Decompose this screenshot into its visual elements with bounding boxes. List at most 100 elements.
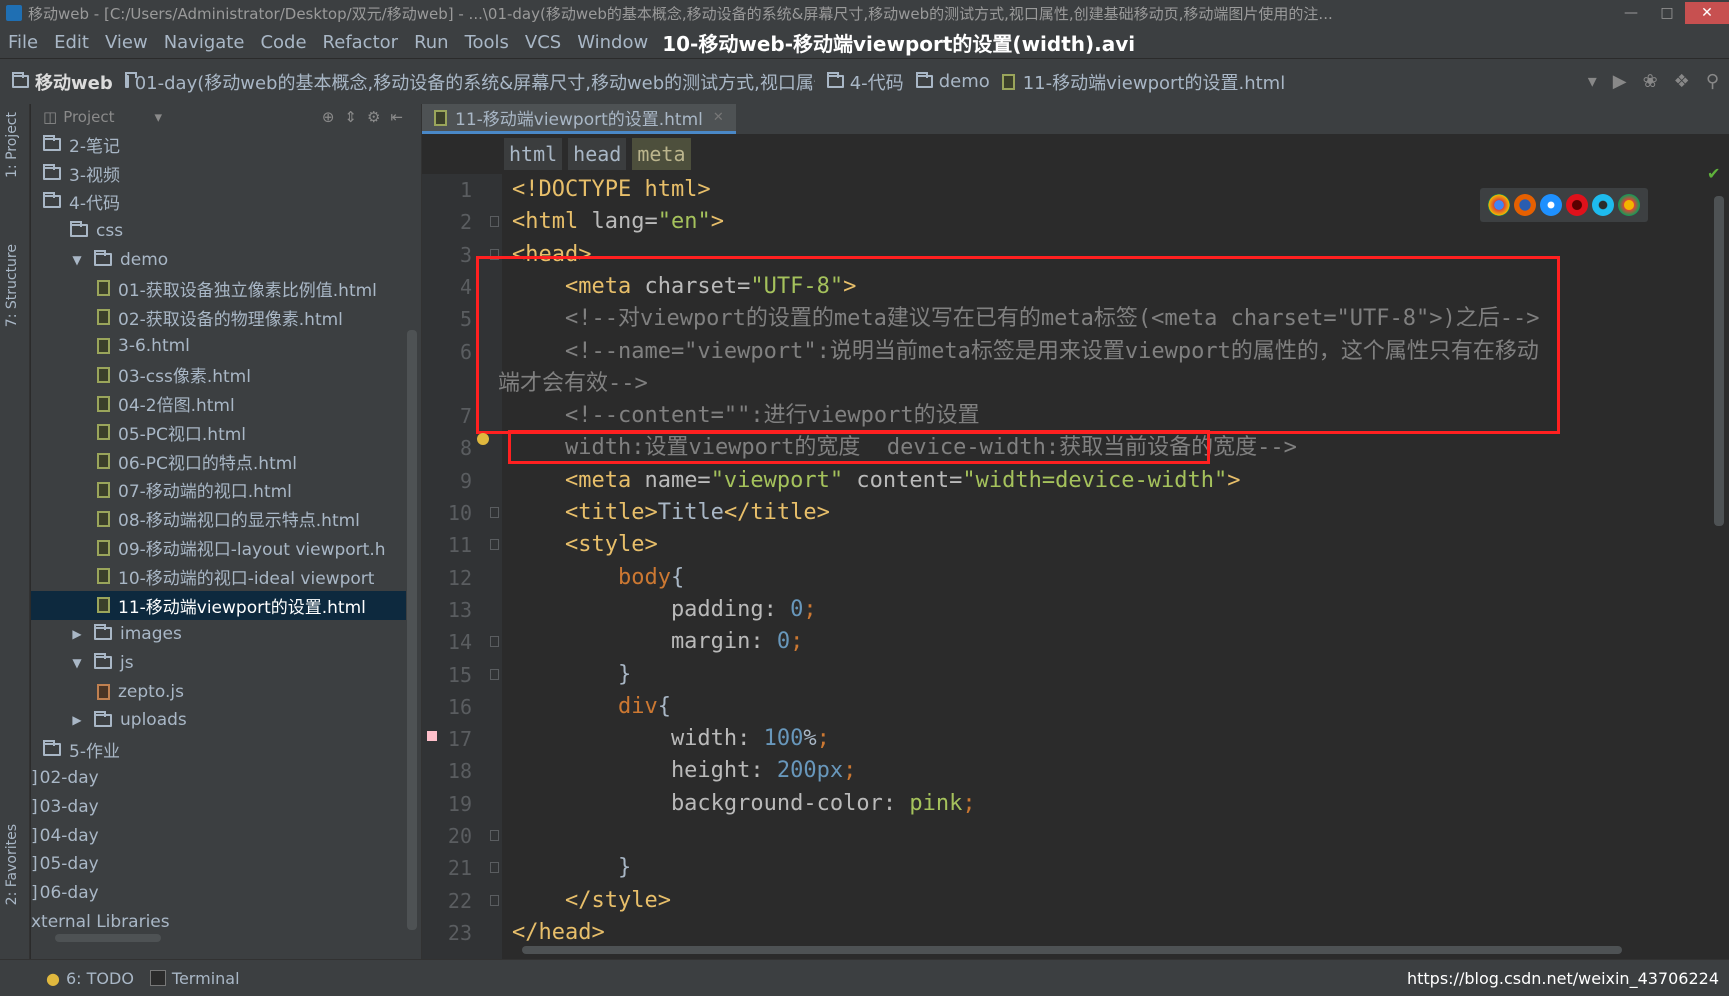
chevron-down-icon[interactable]: ▼	[70, 656, 84, 670]
line-number: 7	[459, 404, 472, 429]
safari-icon[interactable]	[1540, 194, 1562, 216]
opera-icon[interactable]	[1566, 194, 1588, 216]
favorites-tool-tab[interactable]: 2: Favorites	[4, 824, 20, 905]
tree-item[interactable]: 10-移动端的视口-ideal viewport	[31, 562, 406, 591]
fold-marker-icon[interactable]	[490, 507, 499, 518]
code-token: <!DOCTYPE html>	[512, 177, 711, 202]
code-token: "viewport"	[710, 467, 857, 493]
editor-tab[interactable]: 11-移动端viewport的设置.html ✕	[422, 104, 736, 134]
maximize-button[interactable]: □	[1649, 2, 1685, 24]
menu-view[interactable]: View	[97, 32, 156, 53]
hide-icon[interactable]: ⇤	[390, 108, 403, 126]
search-icon[interactable]: ⚲	[1706, 71, 1719, 92]
chevron-right-icon[interactable]: ▶	[70, 713, 84, 727]
fold-marker-icon[interactable]	[490, 636, 499, 648]
chevron-down-icon[interactable]: ▾	[155, 108, 163, 126]
fold-marker-icon[interactable]	[490, 830, 499, 841]
tree-item[interactable]: 4-代码	[31, 188, 406, 217]
fold-marker-icon[interactable]	[490, 894, 499, 906]
tree-item[interactable]: css	[31, 216, 406, 245]
tree-item[interactable]: ] 03-day	[31, 792, 406, 821]
minimize-button[interactable]: —	[1613, 2, 1649, 24]
fold-marker-icon[interactable]	[490, 539, 499, 551]
todo-tool-button[interactable]: ● 6: TODO	[46, 969, 134, 988]
code-token: >	[1227, 467, 1241, 493]
nav-crumb-project[interactable]: 移动web	[12, 69, 113, 95]
menu-tools[interactable]: Tools	[457, 32, 517, 53]
status-bar: ● 6: TODO Terminal https://blog.csdn.net…	[0, 959, 1729, 996]
tree-item[interactable]: 08-移动端视口的显示特点.html	[31, 504, 406, 533]
tree-item[interactable]: zepto.js	[31, 677, 406, 706]
menu-navigate[interactable]: Navigate	[156, 32, 253, 53]
nav-crumb-demo[interactable]: demo	[915, 71, 990, 92]
tree-item[interactable]: xternal Libraries	[31, 908, 406, 937]
locate-icon[interactable]: ⊕	[322, 108, 335, 126]
gear-icon[interactable]: ⚙	[367, 108, 380, 126]
editor-vertical-scrollbar[interactable]	[1714, 196, 1724, 526]
code-line: width: 100%;	[512, 723, 830, 755]
menu-file[interactable]: File	[0, 32, 46, 53]
tree-item[interactable]: 09-移动端视口-layout viewport.h	[31, 533, 406, 562]
menu-refactor[interactable]: Refactor	[315, 32, 407, 53]
tree-item[interactable]: 04-2倍图.html	[31, 389, 406, 418]
tree-item[interactable]: ▼ js	[31, 648, 406, 677]
tree-item[interactable]: ] 05-day	[31, 850, 406, 879]
tree-item[interactable]: 07-移动端的视口.html	[31, 476, 406, 505]
tree-item-label: 11-移动端viewport的设置.html	[118, 597, 366, 618]
project-tool-tab[interactable]: 1: Project	[4, 112, 20, 178]
tree-item[interactable]: ] 02-day	[31, 764, 406, 793]
chrome-icon[interactable]	[1488, 194, 1510, 216]
ie-icon[interactable]	[1592, 194, 1614, 216]
debug-icon[interactable]: ❀	[1643, 71, 1658, 92]
collapse-icon[interactable]: ⇕	[344, 108, 357, 126]
menu-window[interactable]: Window	[569, 32, 656, 53]
tree-item[interactable]: 06-PC视口的特点.html	[31, 447, 406, 476]
nav-crumb-day[interactable]: 01-day(移动web的基本概念,移动设备的系统&屏幕尺寸,移动web的测试方…	[124, 69, 815, 95]
menu-run[interactable]: Run	[406, 32, 457, 53]
menu-code[interactable]: Code	[252, 32, 314, 53]
code-token: %	[803, 726, 817, 752]
fold-marker-icon[interactable]	[490, 862, 499, 874]
project-view-selector[interactable]: Project	[63, 108, 114, 126]
nav-crumb-file[interactable]: 11-移动端viewport的设置.html	[1001, 69, 1285, 95]
tree-item[interactable]: ▼ demo	[31, 245, 406, 274]
tree-item-label: 07-移动端的视口.html	[118, 482, 292, 503]
close-tab-icon[interactable]: ✕	[713, 110, 724, 125]
editor-horizontal-scrollbar[interactable]	[522, 946, 1622, 954]
chrome-canary-icon[interactable]	[1618, 194, 1640, 216]
structure-tool-tab[interactable]: 7: Structure	[4, 244, 20, 327]
menu-vcs[interactable]: VCS	[517, 32, 569, 53]
tree-item[interactable]: ▶ images	[31, 620, 406, 649]
tree-item[interactable]: 03-css像素.html	[31, 360, 406, 389]
chevron-right-icon[interactable]: ▶	[70, 627, 84, 641]
tree-item[interactable]: 05-PC视口.html	[31, 418, 406, 447]
fold-marker-icon[interactable]	[490, 216, 499, 228]
folder-icon	[43, 192, 61, 209]
close-button[interactable]: ✕	[1685, 2, 1729, 24]
intention-bulb-icon[interactable]	[477, 433, 489, 445]
tree-item[interactable]: 02-获取设备的物理像素.html	[31, 303, 406, 332]
tree-item[interactable]: 3-6.html	[31, 332, 406, 361]
tree-item[interactable]: ] 04-day	[31, 821, 406, 850]
tree-item[interactable]: 2-笔记	[31, 130, 406, 159]
run-config-dropdown-icon[interactable]: ▾	[1588, 71, 1597, 92]
firefox-icon[interactable]	[1514, 194, 1536, 216]
breadcrumb-meta[interactable]: meta	[632, 138, 691, 170]
chevron-down-icon[interactable]: ▼	[70, 253, 84, 267]
tree-item[interactable]: 5-作业	[31, 735, 406, 764]
breadcrumb-html[interactable]: html	[504, 138, 563, 170]
tree-item[interactable]: 3-视频	[31, 159, 406, 188]
terminal-tool-button[interactable]: Terminal	[149, 969, 240, 988]
fold-marker-icon[interactable]	[490, 668, 499, 680]
project-horizontal-scrollbar[interactable]	[55, 934, 161, 942]
tree-item[interactable]: 11-移动端viewport的设置.html	[31, 590, 406, 620]
project-scrollbar[interactable]	[407, 330, 417, 930]
run-icon[interactable]: ▶	[1613, 71, 1627, 92]
nav-crumb-code[interactable]: 4-代码	[826, 69, 904, 95]
breadcrumb-head[interactable]: head	[568, 138, 627, 170]
coverage-icon[interactable]: ❖	[1674, 71, 1690, 92]
tree-item[interactable]: ▶ uploads	[31, 706, 406, 735]
menu-edit[interactable]: Edit	[46, 32, 97, 53]
tree-item[interactable]: 01-获取设备独立像素比例值.html	[31, 274, 406, 303]
tree-item[interactable]: ] 06-day	[31, 879, 406, 908]
